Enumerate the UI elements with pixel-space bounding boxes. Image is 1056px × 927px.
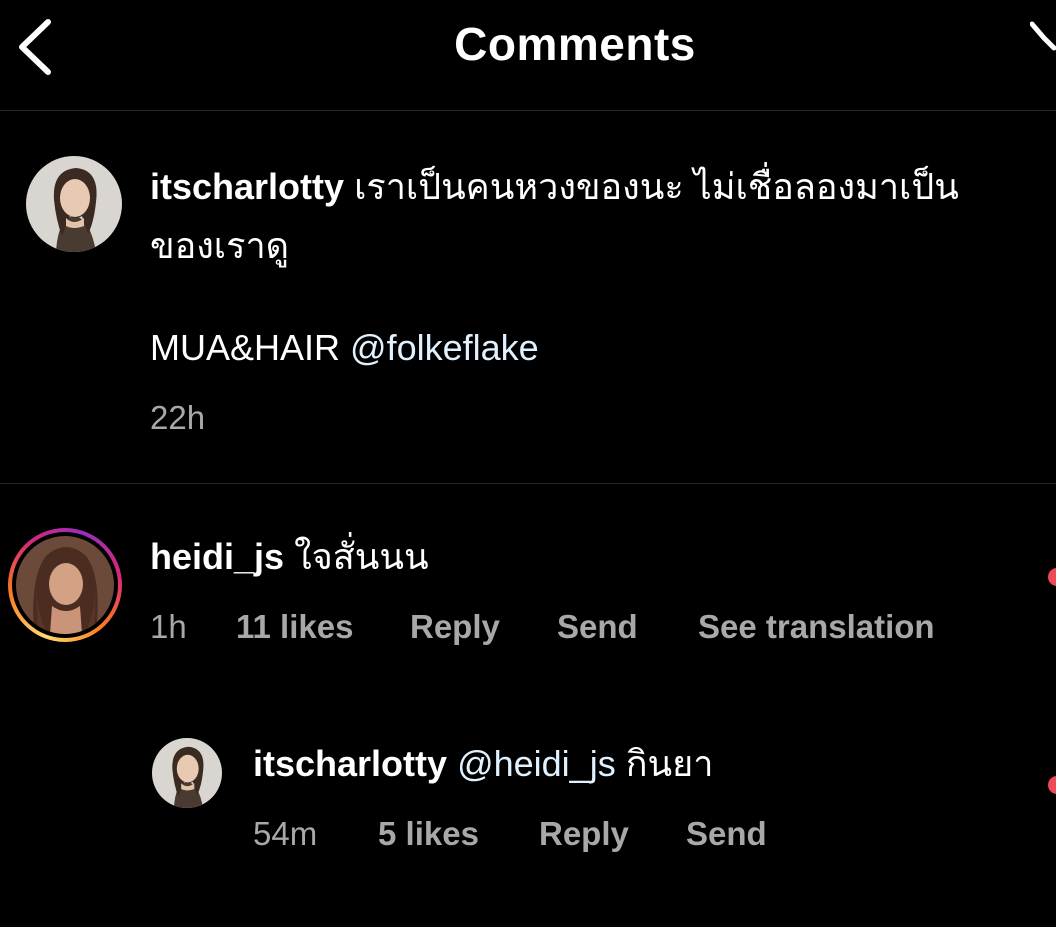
comment-text: heidi_js ใจสั่นนน (150, 530, 429, 584)
reply-body: กินยา (625, 743, 714, 784)
caption-text-line2: ของเราดู (150, 219, 289, 273)
paper-plane-icon (1029, 21, 1056, 51)
avatar-image (16, 536, 114, 634)
comment-send-button[interactable]: Send (557, 607, 638, 647)
avatar-image (26, 156, 122, 252)
avatar-ring-inner (12, 532, 118, 638)
caption-credit: MUA&HAIR @folkeflake (150, 321, 539, 375)
reply-reply-button[interactable]: Reply (539, 814, 629, 854)
reply-text: itscharlotty @heidi_js กินยา (253, 737, 713, 791)
reply-send-button[interactable]: Send (686, 814, 767, 854)
comment-time: 1h (150, 608, 187, 645)
comment-username[interactable]: heidi_js (150, 536, 284, 577)
heart-icon[interactable] (1048, 568, 1056, 586)
commenter-avatar (16, 536, 114, 634)
caption-credit-mention[interactable]: @folkeflake (350, 327, 539, 368)
reply-avatar[interactable] (152, 738, 222, 808)
comment-body: ใจสั่นนน (294, 536, 429, 577)
comments-header: Comments (0, 0, 1056, 111)
caption-body-2: ของเราดู (150, 225, 290, 266)
caption-username[interactable]: itscharlotty (150, 166, 344, 207)
reply-mention[interactable]: @heidi_js (457, 743, 616, 784)
see-translation-button[interactable]: See translation (698, 607, 935, 647)
caption-body-1: เราเป็นคนหวงของนะ ไม่เชื่อลองมาเป็น (354, 166, 959, 207)
caption-time: 22h (150, 399, 206, 436)
caption-credit-prefix: MUA&HAIR (150, 327, 341, 368)
heart-icon[interactable] (1048, 776, 1056, 794)
comment-likes-count[interactable]: 11 likes (236, 607, 353, 647)
reply-time: 54m (253, 815, 318, 852)
reply-username[interactable]: itscharlotty (253, 743, 447, 784)
reply-meta: 54m 5 likes Reply Send (253, 814, 813, 854)
caption-text-line1: itscharlotty เราเป็นคนหวงของนะ ไม่เชื่อล… (150, 160, 959, 214)
page-title: Comments (454, 18, 696, 70)
post-caption: itscharlotty เราเป็นคนหวงของนะ ไม่เชื่อล… (0, 111, 1056, 484)
comment-reply-button[interactable]: Reply (410, 607, 500, 647)
avatar-image (152, 738, 222, 808)
direct-message-button[interactable] (1029, 14, 1056, 54)
caption-meta: 22h (150, 398, 350, 438)
comment-meta: 1h 11 likes Reply Send See translation (150, 607, 1030, 647)
commenter-avatar-story-ring[interactable] (8, 528, 122, 642)
caption-avatar[interactable] (26, 156, 122, 252)
reply-likes-count[interactable]: 5 likes (378, 814, 479, 854)
